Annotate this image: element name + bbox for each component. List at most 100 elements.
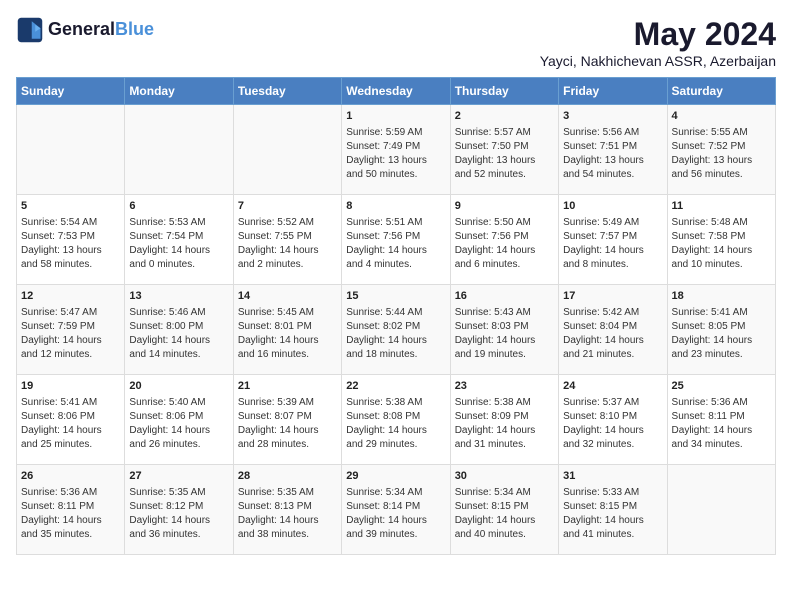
calendar-cell: 6 Sunrise: 5:53 AM Sunset: 7:54 PM Daylig… (125, 195, 233, 285)
day-number: 23 (455, 379, 554, 394)
day-number: 4 (672, 109, 771, 124)
day-number: 30 (455, 469, 554, 484)
cell-info: Sunrise: 5:33 AM Sunset: 8:15 PM Dayligh… (563, 486, 662, 542)
header-day-monday: Monday (125, 78, 233, 105)
day-number: 26 (21, 469, 120, 484)
day-number: 9 (455, 199, 554, 214)
cell-info: Sunrise: 5:35 AM Sunset: 8:12 PM Dayligh… (129, 486, 228, 542)
cell-info: Sunrise: 5:50 AM Sunset: 7:56 PM Dayligh… (455, 216, 554, 272)
cell-info: Sunrise: 5:41 AM Sunset: 8:06 PM Dayligh… (21, 396, 120, 452)
calendar-cell (125, 105, 233, 195)
day-number: 28 (238, 469, 337, 484)
cell-info: Sunrise: 5:39 AM Sunset: 8:07 PM Dayligh… (238, 396, 337, 452)
calendar-cell: 21 Sunrise: 5:39 AM Sunset: 8:07 PM Dayli… (233, 375, 341, 465)
logo-text: GeneralBlue (48, 20, 154, 40)
calendar-cell: 26 Sunrise: 5:36 AM Sunset: 8:11 PM Dayli… (17, 465, 125, 555)
cell-info: Sunrise: 5:54 AM Sunset: 7:53 PM Dayligh… (21, 216, 120, 272)
cell-info: Sunrise: 5:45 AM Sunset: 8:01 PM Dayligh… (238, 306, 337, 362)
day-number: 16 (455, 289, 554, 304)
calendar-cell: 29Sunrise: 5:34 AM Sunset: 8:14 PM Dayli… (342, 465, 450, 555)
cell-info: Sunrise: 5:38 AM Sunset: 8:08 PM Dayligh… (346, 396, 445, 452)
calendar-cell: 30 Sunrise: 5:34 AM Sunset: 8:15 PM Dayli… (450, 465, 558, 555)
calendar-cell: 11Sunrise: 5:48 AM Sunset: 7:58 PM Dayli… (667, 195, 775, 285)
calendar-cell: 22 Sunrise: 5:38 AM Sunset: 8:08 PM Dayli… (342, 375, 450, 465)
calendar-cell: 24Sunrise: 5:37 AM Sunset: 8:10 PM Dayli… (559, 375, 667, 465)
cell-info: Sunrise: 5:34 AM Sunset: 8:15 PM Dayligh… (455, 486, 554, 542)
calendar-cell: 10 Sunrise: 5:49 AM Sunset: 7:57 PM Dayli… (559, 195, 667, 285)
cell-info: Sunrise: 5:36 AM Sunset: 8:11 PM Dayligh… (21, 486, 120, 542)
cell-info: Sunrise: 5:53 AM Sunset: 7:54 PM Dayligh… (129, 216, 228, 272)
calendar-table: SundayMondayTuesdayWednesdayThursdayFrid… (16, 77, 776, 555)
cell-info: Sunrise: 5:44 AM Sunset: 8:02 PM Dayligh… (346, 306, 445, 362)
day-number: 27 (129, 469, 228, 484)
day-number: 7 (238, 199, 337, 214)
calendar-cell: 31 Sunrise: 5:33 AM Sunset: 8:15 PM Dayli… (559, 465, 667, 555)
header-day-wednesday: Wednesday (342, 78, 450, 105)
calendar-cell: 28 Sunrise: 5:35 AM Sunset: 8:13 PM Dayli… (233, 465, 341, 555)
cell-info: Sunrise: 5:52 AM Sunset: 7:55 PM Dayligh… (238, 216, 337, 272)
logo-icon (16, 16, 44, 44)
day-number: 14 (238, 289, 337, 304)
day-number: 6 (129, 199, 228, 214)
day-number: 25 (672, 379, 771, 394)
calendar-cell: 23Sunrise: 5:38 AM Sunset: 8:09 PM Dayli… (450, 375, 558, 465)
page-header: GeneralBlue May 2024 Yayci, Nakhichevan … (16, 16, 776, 69)
day-number: 5 (21, 199, 120, 214)
day-number: 2 (455, 109, 554, 124)
day-number: 12 (21, 289, 120, 304)
week-row-1: 1 Sunrise: 5:59 AM Sunset: 7:49 PM Daylig… (17, 105, 776, 195)
header-day-friday: Friday (559, 78, 667, 105)
calendar-cell: 7 Sunrise: 5:52 AM Sunset: 7:55 PM Daylig… (233, 195, 341, 285)
calendar-cell: 13 Sunrise: 5:46 AM Sunset: 8:00 PM Dayli… (125, 285, 233, 375)
day-number: 18 (672, 289, 771, 304)
cell-info: Sunrise: 5:59 AM Sunset: 7:49 PM Dayligh… (346, 126, 445, 182)
cell-info: Sunrise: 5:36 AM Sunset: 8:11 PM Dayligh… (672, 396, 771, 452)
cell-info: Sunrise: 5:47 AM Sunset: 7:59 PM Dayligh… (21, 306, 120, 362)
cell-info: Sunrise: 5:48 AM Sunset: 7:58 PM Dayligh… (672, 216, 771, 272)
calendar-cell: 12 Sunrise: 5:47 AM Sunset: 7:59 PM Dayli… (17, 285, 125, 375)
day-number: 10 (563, 199, 662, 214)
logo: GeneralBlue (16, 16, 154, 44)
header-day-tuesday: Tuesday (233, 78, 341, 105)
calendar-cell: 2 Sunrise: 5:57 AM Sunset: 7:50 PM Daylig… (450, 105, 558, 195)
calendar-cell: 4 Sunrise: 5:55 AM Sunset: 7:52 PM Daylig… (667, 105, 775, 195)
location: Yayci, Nakhichevan ASSR, Azerbaijan (540, 53, 776, 69)
header-day-saturday: Saturday (667, 78, 775, 105)
day-number: 1 (346, 109, 445, 124)
day-number: 17 (563, 289, 662, 304)
calendar-cell: 18 Sunrise: 5:41 AM Sunset: 8:05 PM Dayli… (667, 285, 775, 375)
calendar-cell: 25 Sunrise: 5:36 AM Sunset: 8:11 PM Dayli… (667, 375, 775, 465)
cell-info: Sunrise: 5:35 AM Sunset: 8:13 PM Dayligh… (238, 486, 337, 542)
cell-info: Sunrise: 5:49 AM Sunset: 7:57 PM Dayligh… (563, 216, 662, 272)
cell-info: Sunrise: 5:46 AM Sunset: 8:00 PM Dayligh… (129, 306, 228, 362)
calendar-cell: 9 Sunrise: 5:50 AM Sunset: 7:56 PM Daylig… (450, 195, 558, 285)
week-row-2: 5 Sunrise: 5:54 AM Sunset: 7:53 PM Daylig… (17, 195, 776, 285)
calendar-cell: 14 Sunrise: 5:45 AM Sunset: 8:01 PM Dayli… (233, 285, 341, 375)
header-day-thursday: Thursday (450, 78, 558, 105)
day-number: 13 (129, 289, 228, 304)
day-number: 21 (238, 379, 337, 394)
day-number: 31 (563, 469, 662, 484)
calendar-cell: 15 Sunrise: 5:44 AM Sunset: 8:02 PM Dayli… (342, 285, 450, 375)
calendar-cell (233, 105, 341, 195)
cell-info: Sunrise: 5:34 AM Sunset: 8:14 PM Dayligh… (346, 486, 445, 542)
week-row-3: 12 Sunrise: 5:47 AM Sunset: 7:59 PM Dayli… (17, 285, 776, 375)
calendar-cell: 19Sunrise: 5:41 AM Sunset: 8:06 PM Dayli… (17, 375, 125, 465)
day-number: 3 (563, 109, 662, 124)
day-number: 15 (346, 289, 445, 304)
cell-info: Sunrise: 5:55 AM Sunset: 7:52 PM Dayligh… (672, 126, 771, 182)
calendar-cell: 1 Sunrise: 5:59 AM Sunset: 7:49 PM Daylig… (342, 105, 450, 195)
title-block: May 2024 Yayci, Nakhichevan ASSR, Azerba… (540, 16, 776, 69)
calendar-cell: 16Sunrise: 5:43 AM Sunset: 8:03 PM Dayli… (450, 285, 558, 375)
calendar-cell: 20Sunrise: 5:40 AM Sunset: 8:06 PM Dayli… (125, 375, 233, 465)
header-row: SundayMondayTuesdayWednesdayThursdayFrid… (17, 78, 776, 105)
day-number: 22 (346, 379, 445, 394)
calendar-cell (17, 105, 125, 195)
calendar-cell: 3 Sunrise: 5:56 AM Sunset: 7:51 PM Daylig… (559, 105, 667, 195)
week-row-4: 19Sunrise: 5:41 AM Sunset: 8:06 PM Dayli… (17, 375, 776, 465)
calendar-cell: 17 Sunrise: 5:42 AM Sunset: 8:04 PM Dayli… (559, 285, 667, 375)
cell-info: Sunrise: 5:42 AM Sunset: 8:04 PM Dayligh… (563, 306, 662, 362)
cell-info: Sunrise: 5:56 AM Sunset: 7:51 PM Dayligh… (563, 126, 662, 182)
cell-info: Sunrise: 5:41 AM Sunset: 8:05 PM Dayligh… (672, 306, 771, 362)
cell-info: Sunrise: 5:57 AM Sunset: 7:50 PM Dayligh… (455, 126, 554, 182)
